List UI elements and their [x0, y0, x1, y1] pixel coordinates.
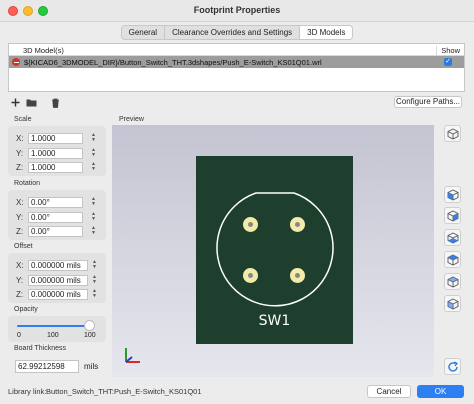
view-right-button[interactable] [444, 207, 461, 224]
scale-y-field[interactable]: 1.0000 [28, 148, 83, 159]
scale-x-stepper[interactable]: ▲ ▼ [90, 133, 97, 144]
3d-preview-canvas[interactable]: SW1 [112, 125, 434, 377]
opacity-min-label: 0 [17, 332, 21, 339]
cube-back-icon [447, 253, 458, 266]
opacity-max-label: 100 [84, 332, 96, 339]
view-materials-button[interactable] [444, 125, 461, 142]
browse-folder-button[interactable] [25, 97, 37, 108]
pcb-board: SW1 [196, 156, 353, 344]
reference-designator: SW1 [258, 313, 291, 329]
opacity-slider-thumb[interactable] [84, 320, 95, 331]
board-thickness-label: Board Thickness [14, 345, 67, 352]
cube-right-icon [447, 209, 458, 222]
refresh-icon [447, 360, 458, 372]
cube-front-icon [447, 231, 458, 244]
rotation-x-label: X: [16, 198, 24, 207]
pad-4 [290, 268, 305, 283]
opacity-slider-track[interactable] [17, 325, 89, 327]
error-icon [12, 58, 20, 66]
model-path[interactable]: ${KICAD6_3DMODEL_DIR}/Button_Switch_THT.… [24, 58, 322, 67]
pad-2 [290, 217, 305, 232]
ok-button[interactable]: OK [417, 385, 464, 398]
view-top-button[interactable] [444, 273, 461, 290]
cube-bottom-icon [447, 297, 458, 310]
view-left-button[interactable] [444, 186, 461, 203]
opacity-label: Opacity [14, 306, 38, 313]
column-header-model[interactable]: 3D Model(s) [23, 46, 64, 55]
column-header-show[interactable]: Show [436, 45, 460, 55]
configure-paths-button[interactable]: Configure Paths... [394, 96, 462, 108]
offset-z-label: Z: [16, 290, 24, 299]
tab-clearance-overrides[interactable]: Clearance Overrides and Settings [165, 26, 301, 39]
rotation-z-field[interactable]: 0.00° [28, 226, 83, 237]
cancel-button[interactable]: Cancel [367, 385, 411, 398]
plus-icon [11, 98, 19, 107]
library-link-label: Library link: [8, 387, 47, 396]
offset-y-field[interactable]: 0.000000 mils [28, 275, 88, 286]
offset-x-label: X: [16, 261, 24, 270]
rotation-label: Rotation [14, 180, 41, 187]
preview-label: Preview [119, 116, 144, 123]
rotation-y-label: Y: [16, 213, 24, 222]
offset-z-field[interactable]: 0.000000 mils [28, 289, 88, 300]
pad-3 [243, 268, 258, 283]
scale-label: Scale [14, 116, 32, 123]
scale-z-stepper[interactable]: ▲ ▼ [90, 162, 97, 173]
scale-y-label: Y: [16, 149, 24, 158]
view-front-button[interactable] [444, 229, 461, 246]
view-back-button[interactable] [444, 251, 461, 268]
rotation-x-stepper[interactable]: ▲ ▼ [90, 197, 97, 208]
cube-icon [447, 127, 458, 140]
view-bottom-button[interactable] [444, 295, 461, 312]
offset-x-stepper[interactable]: ▲ ▼ [91, 260, 98, 271]
rotation-y-stepper[interactable]: ▲ ▼ [90, 212, 97, 223]
axis-gizmo-icon [125, 348, 140, 363]
tab-general[interactable]: General [122, 26, 166, 39]
scale-z-label: Z: [16, 163, 24, 172]
model-row[interactable]: ${KICAD6_3DMODEL_DIR}/Button_Switch_THT.… [9, 56, 464, 68]
board-thickness-unit: mils [84, 362, 99, 371]
folder-icon [26, 99, 36, 107]
offset-label: Offset [14, 243, 33, 250]
scale-z-field[interactable]: 1.0000 [28, 162, 83, 173]
add-model-button[interactable] [9, 97, 21, 108]
scale-y-stepper[interactable]: ▲ ▼ [90, 148, 97, 159]
window-title: Footprint Properties [193, 5, 281, 15]
offset-x-field[interactable]: 0.000000 mils [28, 260, 88, 271]
cube-top-icon [447, 275, 458, 288]
reload-button[interactable] [444, 358, 461, 375]
offset-z-stepper[interactable]: ▲ ▼ [91, 289, 98, 300]
offset-y-stepper[interactable]: ▲ ▼ [91, 275, 98, 286]
board-thickness-field: 62.99212598 [15, 360, 79, 373]
tab-3d-models[interactable]: 3D Models [300, 26, 353, 39]
rotation-x-field[interactable]: 0.00° [28, 197, 83, 208]
tab-bar: General Clearance Overrides and Settings… [0, 25, 474, 40]
scale-x-label: X: [16, 134, 24, 143]
scale-x-field[interactable]: 1.0000 [28, 133, 83, 144]
rotation-y-field[interactable]: 0.00° [28, 212, 83, 223]
delete-model-button[interactable] [49, 97, 61, 108]
cube-left-icon [447, 188, 458, 201]
opacity-mid-label: 100 [47, 332, 59, 339]
rotation-z-label: Z: [16, 227, 24, 236]
list-header: 3D Model(s) Show [9, 44, 464, 56]
model-list[interactable]: 3D Model(s) Show ${KICAD6_3DMODEL_DIR}/B… [8, 43, 465, 92]
trash-icon [51, 98, 59, 108]
pad-1 [243, 217, 258, 232]
offset-y-label: Y: [16, 276, 24, 285]
title-bar: Footprint Properties [0, 0, 474, 22]
library-link-value: Button_Switch_THT:Push_E-Switch_KS01Q01 [46, 387, 202, 396]
rotation-z-stepper[interactable]: ▲ ▼ [90, 226, 97, 237]
show-checkbox[interactable]: ✓ [444, 58, 452, 66]
